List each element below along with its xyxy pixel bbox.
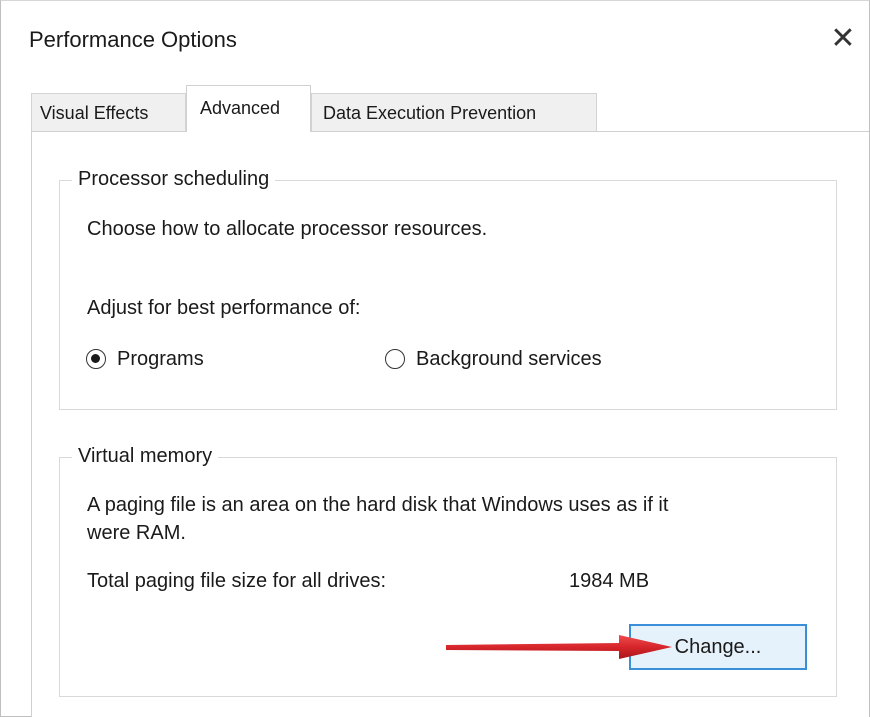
tab-visual-effects[interactable]: Visual Effects	[31, 93, 186, 133]
processor-scheduling-group: Processor scheduling Choose how to alloc…	[59, 166, 837, 410]
red-arrow-annotation	[446, 635, 672, 659]
processor-scheduling-description: Choose how to allocate processor resourc…	[87, 218, 488, 240]
title-bar: Performance Options ✕	[1, 1, 869, 79]
radio-programs[interactable]: Programs	[86, 346, 236, 376]
tab-data-execution-prevention[interactable]: Data Execution Prevention	[311, 93, 597, 133]
performance-options-window: Performance Options ✕ Visual Effects Adv…	[0, 0, 870, 717]
radio-background-services-indicator[interactable]	[385, 349, 405, 369]
radio-programs-label: Programs	[117, 348, 204, 370]
adjust-performance-label: Adjust for best performance of:	[87, 297, 361, 319]
radio-programs-indicator[interactable]	[86, 349, 106, 369]
window-title: Performance Options	[29, 27, 237, 52]
radio-selected-dot	[91, 354, 100, 363]
tab-advanced[interactable]: Advanced	[186, 85, 311, 132]
total-paging-size-label: Total paging file size for all drives:	[87, 570, 387, 592]
close-icon[interactable]: ✕	[821, 17, 865, 61]
virtual-memory-description-line1: A paging file is an area on the hard dis…	[87, 494, 669, 516]
virtual-memory-label: Virtual memory	[72, 443, 219, 469]
processor-scheduling-label: Processor scheduling	[72, 166, 276, 192]
radio-background-services-label: Background services	[416, 348, 602, 370]
virtual-memory-description-line2: were RAM.	[87, 522, 186, 544]
advanced-tab-panel: Processor scheduling Choose how to alloc…	[31, 131, 869, 717]
total-paging-size-value: 1984 MB	[569, 570, 650, 592]
radio-background-services[interactable]: Background services	[385, 346, 655, 376]
